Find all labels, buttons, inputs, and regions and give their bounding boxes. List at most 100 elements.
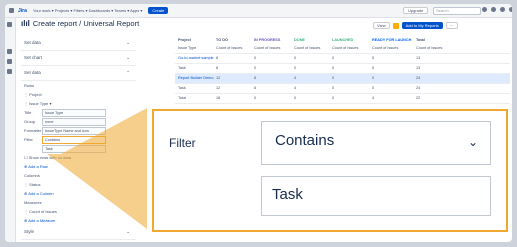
table-cell: 0 [332, 86, 335, 90]
formatter-field-row: Formatter IssueType Name and icon [21, 126, 136, 135]
section-style[interactable]: Style ⌄ [21, 225, 136, 240]
table-cell: Count of Issues [372, 46, 399, 50]
table-row[interactable]: Report Builder Demo 12 8 4 0 0 24 [175, 74, 510, 84]
table-cell: 8 [216, 66, 219, 70]
star-icon[interactable] [392, 22, 399, 29]
table-header: Project TO DO IN PROGRESS DONE LAUNCHED … [175, 36, 510, 44]
table-cell: 24 [416, 86, 421, 90]
upgrade-button[interactable]: Upgrade [403, 7, 429, 14]
formatter-select[interactable]: IssueType Name and icon [42, 126, 106, 135]
table-row[interactable]: Task 12 8 4 0 0 24 [175, 84, 510, 94]
add-row-button[interactable]: ⊕ Add a Row [21, 162, 136, 171]
add-to-my-reports-button[interactable]: Add to My Reports [401, 22, 443, 29]
topbar-icon-group [482, 7, 512, 12]
measure-item-count[interactable]: ⋮ Count of Issues [21, 207, 136, 216]
chevron-down-icon: ⌄ [467, 135, 478, 149]
column-header: Project [178, 38, 191, 42]
main-nav-menu[interactable]: Your work ▾ Projects ▾ Filters ▾ Dashboa… [33, 8, 142, 13]
chart-icon[interactable] [7, 59, 12, 64]
table-cell: 4 [294, 76, 297, 80]
table-cell: Issue Type [178, 46, 197, 50]
table-cell: Count of Issues [216, 46, 243, 50]
page-title: ılıl Create report / Universal Report [21, 19, 139, 28]
chevron-up-icon: ⌃ [126, 70, 130, 75]
chevron-down-icon: ⌄ [126, 55, 130, 60]
view-button[interactable]: View [373, 22, 390, 29]
zoomed-filter-callout: Filter Contains ⌄ Task [152, 109, 508, 232]
table-total-row: Total 18 0 0 0 4 22 [175, 94, 510, 104]
columns-label: Columns [24, 173, 40, 178]
jira-logo[interactable]: Jira [18, 8, 27, 14]
settings-icon[interactable] [500, 7, 505, 12]
table-cell[interactable]: Go-to-market sample [175, 54, 216, 63]
measures-label: Measures [24, 200, 42, 205]
title-field-row: Title Issue Type [21, 108, 136, 117]
field-label: Filter [24, 137, 33, 142]
left-sidebar-rail [5, 18, 16, 242]
help-icon[interactable] [491, 7, 496, 12]
table-cell: 13 [416, 56, 421, 60]
table-cell: Task [178, 86, 186, 90]
table-cell: Total [178, 96, 187, 100]
app-switcher-icon[interactable] [9, 8, 14, 13]
search-input[interactable]: Search [433, 7, 481, 15]
report-config-panel: Set data ⌄ Set chart ⌄ Set data ⌃ Rows ⋮ Pr… [21, 36, 136, 241]
table-cell: 0 [294, 96, 297, 100]
table-cell: 0 [254, 96, 257, 100]
bar-chart-icon: ılıl [21, 19, 30, 28]
button-label: Add a Measure [28, 218, 56, 223]
column-header: Total [416, 38, 425, 42]
settings-icon[interactable] [7, 49, 12, 54]
zoom-filter-label: Filter [169, 136, 196, 150]
table-cell: 5 [372, 56, 375, 60]
zoom-filter-select[interactable]: Contains ⌄ [261, 121, 491, 165]
table-row[interactable]: Task 8 0 0 0 5 13 [175, 64, 510, 74]
add-measure-button[interactable]: ⊕ Add a Measure [21, 216, 136, 225]
table-cell[interactable]: Report Builder Demo [175, 74, 216, 83]
table-cell: 8 [254, 86, 257, 90]
group-select[interactable]: none [42, 117, 106, 126]
section-label: Set data [24, 70, 41, 75]
row-item-project[interactable]: ⋮ Project [21, 90, 136, 99]
field-label: Title [24, 110, 32, 115]
chevron-down-icon: ⌄ [126, 40, 130, 45]
table-cell: 22 [416, 96, 421, 100]
section-set-data-open[interactable]: Set data ⌃ [21, 66, 136, 81]
section-set-data[interactable]: Set data ⌄ [21, 36, 136, 51]
table-cell: 12 [216, 86, 221, 90]
column-item-status[interactable]: ⋮ Status [21, 180, 136, 189]
help-icon[interactable] [7, 69, 12, 74]
row-item-issue-type[interactable]: ⋮ Issue Type ▾ [21, 99, 136, 108]
table-cell: 0 [254, 56, 257, 60]
table-cell: 0 [332, 66, 335, 70]
table-cell: 0 [372, 76, 375, 80]
section-set-chart[interactable]: Set chart ⌄ [21, 51, 136, 66]
filter-field-row: Filter Contains [21, 135, 136, 144]
avatar[interactable] [509, 7, 512, 12]
table-cell: 18 [216, 96, 221, 100]
report-table: Project TO DO IN PROGRESS DONE LAUNCHED … [175, 36, 510, 104]
group-field-row: Group none [21, 117, 136, 126]
table-cell: 4 [294, 86, 297, 90]
rows-label: Rows [24, 83, 35, 88]
add-column-button[interactable]: ⊕ Add a Column [21, 189, 136, 198]
reports-icon[interactable] [7, 22, 12, 27]
zoom-filter-text-input[interactable]: Task [261, 176, 491, 216]
column-header: IN PROGRESS [254, 38, 281, 42]
filter-text-input[interactable]: Task [42, 144, 106, 153]
create-button[interactable]: Create [148, 7, 169, 14]
field-label: Group [24, 119, 36, 124]
table-cell: 0 [294, 56, 297, 60]
row-item-label: Project [29, 92, 42, 97]
table-row[interactable]: Go-to-market sample 8 0 0 0 5 13 [175, 54, 510, 64]
table-cell: Count of Issues [416, 46, 443, 50]
filter-select[interactable]: Contains [42, 135, 106, 144]
screenshot-frame: Jira Your work ▾ Projects ▾ Filters ▾ Da… [0, 0, 517, 247]
title-input[interactable]: Issue Type [42, 108, 106, 117]
hide-rows-checkbox[interactable]: ☐ Show rows with no data [21, 153, 136, 162]
notifications-icon[interactable] [482, 7, 487, 12]
table-cell: 0 [372, 86, 375, 90]
app-window: Jira Your work ▾ Projects ▾ Filters ▾ Da… [5, 4, 512, 242]
table-cell: 0 [254, 66, 257, 70]
more-actions-button[interactable]: ··· [445, 22, 458, 29]
